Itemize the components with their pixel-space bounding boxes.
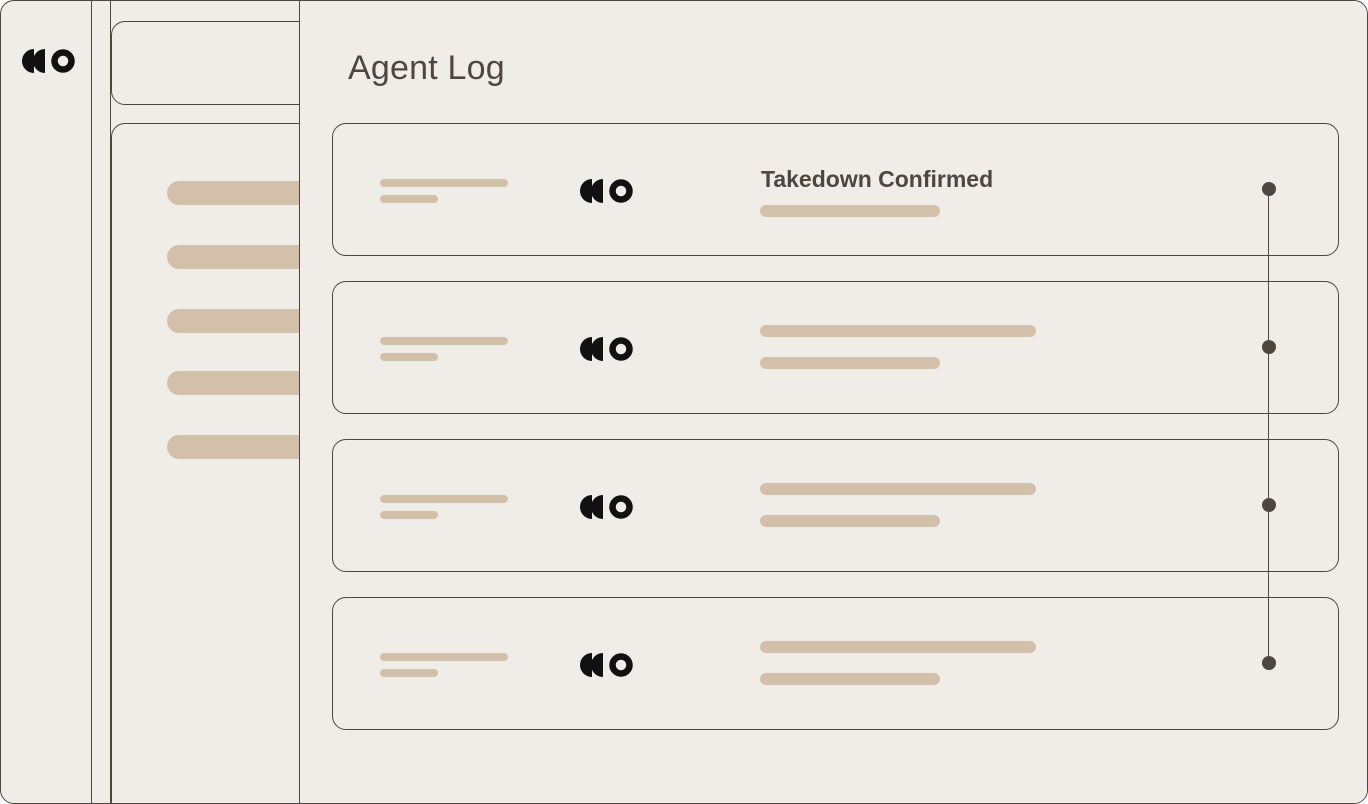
date-placeholder bbox=[380, 195, 438, 203]
title-placeholder bbox=[760, 641, 1036, 653]
timeline-dot bbox=[1262, 182, 1276, 196]
timestamp-placeholder bbox=[380, 337, 508, 345]
timeline-dot bbox=[1262, 656, 1276, 670]
app-window: Agent Log Takedown Confirmed bbox=[0, 0, 1368, 804]
timeline-dot bbox=[1262, 498, 1276, 512]
rail-divider bbox=[91, 1, 92, 803]
log-entry-card[interactable] bbox=[332, 597, 1339, 730]
description-placeholder bbox=[760, 673, 940, 685]
timestamp-placeholder bbox=[380, 495, 508, 503]
page-title: Agent Log bbox=[348, 49, 505, 87]
description-placeholder bbox=[760, 357, 940, 369]
date-placeholder bbox=[380, 511, 438, 519]
agent-logo-icon bbox=[580, 653, 634, 677]
title-placeholder bbox=[760, 483, 1036, 495]
timeline-dot bbox=[1262, 340, 1276, 354]
agent-logo-icon bbox=[580, 179, 634, 203]
description-placeholder bbox=[760, 205, 940, 217]
timestamp-placeholder bbox=[380, 179, 508, 187]
agent-logo-icon bbox=[580, 495, 634, 519]
agent-log-panel: Agent Log Takedown Confirmed bbox=[299, 1, 1367, 803]
description-placeholder bbox=[760, 515, 940, 527]
log-entry-card[interactable] bbox=[332, 281, 1339, 414]
timeline-connector bbox=[1268, 189, 1269, 664]
title-placeholder bbox=[760, 325, 1036, 337]
log-entry-card[interactable]: Takedown Confirmed bbox=[332, 123, 1339, 256]
date-placeholder bbox=[380, 353, 438, 361]
timestamp-placeholder bbox=[380, 653, 508, 661]
brand-logo-icon[interactable] bbox=[22, 49, 76, 73]
date-placeholder bbox=[380, 669, 438, 677]
log-entry-card[interactable] bbox=[332, 439, 1339, 572]
log-entry-title: Takedown Confirmed bbox=[761, 166, 994, 192]
agent-logo-icon bbox=[580, 337, 634, 361]
